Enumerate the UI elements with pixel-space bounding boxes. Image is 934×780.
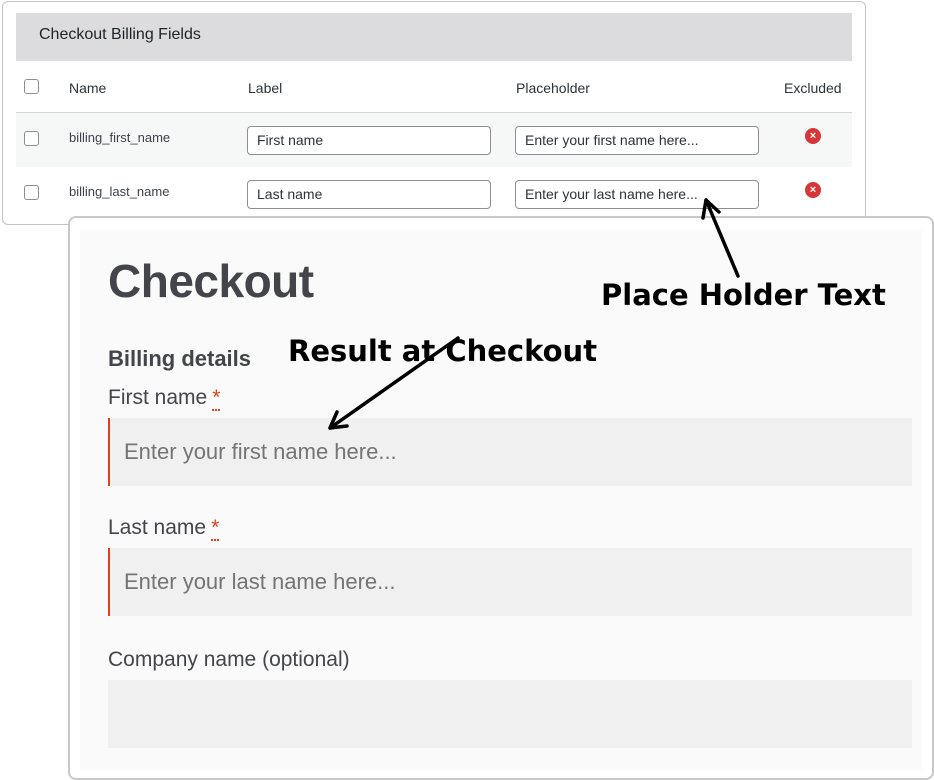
last-name-label-text: Last name xyxy=(108,516,207,539)
label-input[interactable]: Last name xyxy=(247,180,491,209)
placeholder-input[interactable]: Enter your last name here... xyxy=(515,180,759,209)
column-header-label: Label xyxy=(248,80,283,96)
billing-details-heading: Billing details xyxy=(108,346,252,371)
label-input[interactable]: First name xyxy=(247,126,491,155)
excluded-x-icon[interactable]: × xyxy=(805,128,821,144)
company-name-label: Company name (optional) xyxy=(108,648,350,671)
admin-fields-panel: Checkout Billing Fields Name Label Place… xyxy=(2,1,866,225)
first-name-label: First name * xyxy=(108,386,221,411)
required-asterisk: * xyxy=(211,516,220,541)
column-header-excluded: Excluded xyxy=(784,80,842,96)
placeholder-input[interactable]: Enter your first name here... xyxy=(515,126,759,155)
last-name-label: Last name * xyxy=(108,516,220,541)
required-asterisk: * xyxy=(212,386,221,411)
row-checkbox[interactable] xyxy=(24,185,39,200)
page-title: Checkout xyxy=(108,255,314,307)
admin-panel-title: Checkout Billing Fields xyxy=(16,13,852,61)
last-name-input[interactable]: Enter your last name here... xyxy=(108,548,912,616)
first-name-label-text: First name xyxy=(108,386,208,409)
column-header-name: Name xyxy=(69,80,107,96)
company-name-input[interactable] xyxy=(108,680,912,748)
row-checkbox[interactable] xyxy=(24,131,39,146)
placeholder-text-annotation: Place Holder Text xyxy=(601,278,886,312)
field-name: billing_last_name xyxy=(69,184,170,199)
table-row: billing_first_name First name Enter your… xyxy=(16,113,852,167)
first-name-input[interactable]: Enter your first name here... xyxy=(108,418,912,486)
select-all-checkbox[interactable] xyxy=(24,79,39,94)
field-name: billing_first_name xyxy=(69,130,171,145)
result-at-checkout-annotation: Result at Checkout xyxy=(288,334,598,368)
excluded-x-icon[interactable]: × xyxy=(805,182,821,198)
column-header-placeholder: Placeholder xyxy=(516,80,590,96)
